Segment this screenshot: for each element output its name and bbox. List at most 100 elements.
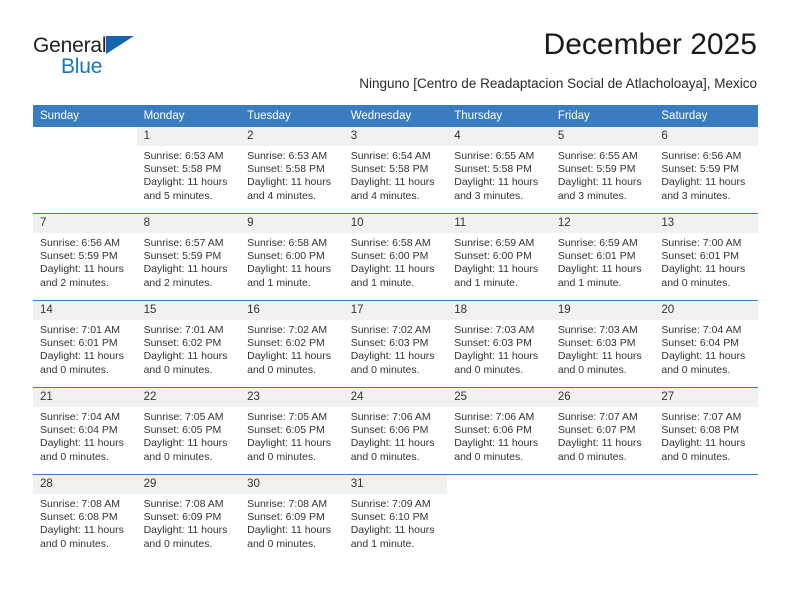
daylight-text: Daylight: 11 hours and 3 minutes. bbox=[661, 176, 746, 202]
day-number: 12 bbox=[550, 214, 655, 233]
sunset-text: Sunset: 6:02 PM bbox=[247, 337, 325, 350]
sunset-text: Sunset: 6:06 PM bbox=[350, 424, 429, 437]
calendar-day-cell[interactable]: 13 Sunrise: 7:00 AM Sunset: 6:01 PM Dayligh… bbox=[654, 213, 758, 301]
calendar-day-cell[interactable]: 24 Sunrise: 7:06 AM Sunset: 6:06 PM Dayligh… bbox=[343, 387, 448, 475]
sunrise-text: Sunrise: 6:53 AM bbox=[143, 150, 224, 162]
day-number: 29 bbox=[136, 475, 241, 494]
calendar-day-cell[interactable]: 2 Sunrise: 6:53 AM Sunset: 5:58 PM Daylight… bbox=[240, 126, 344, 214]
day-number: 19 bbox=[550, 301, 655, 320]
day-sun-info: Sunrise: 7:06 AM Sunset: 6:06 PM Daylight:… bbox=[447, 407, 551, 464]
day-number: 26 bbox=[550, 388, 655, 407]
sunset-text: Sunset: 6:10 PM bbox=[350, 511, 429, 524]
calendar-day-cell[interactable]: 27 Sunrise: 7:07 AM Sunset: 6:08 PM Dayligh… bbox=[654, 387, 758, 475]
calendar-day-cell[interactable]: 1 Sunrise: 6:53 AM Sunset: 5:58 PM Daylight… bbox=[136, 126, 241, 214]
calendar-day-cell[interactable]: 20 Sunrise: 7:04 AM Sunset: 6:04 PM Dayligh… bbox=[654, 300, 758, 388]
calendar-day-cell[interactable]: 31 Sunrise: 7:09 AM Sunset: 6:10 PM Dayligh… bbox=[343, 474, 448, 561]
day-sun-info: Sunrise: 7:03 AM Sunset: 6:03 PM Daylight:… bbox=[551, 320, 655, 377]
calendar-day-cell[interactable]: 25 Sunrise: 7:06 AM Sunset: 6:06 PM Dayligh… bbox=[447, 387, 551, 475]
day-number bbox=[550, 475, 655, 494]
daylight-text: Daylight: 11 hours and 1 minute. bbox=[350, 524, 435, 550]
calendar-day-cell[interactable]: 18 Sunrise: 7:03 AM Sunset: 6:03 PM Dayligh… bbox=[447, 300, 551, 388]
sunset-text: Sunset: 6:08 PM bbox=[40, 511, 118, 524]
calendar-day-cell[interactable]: 6 Sunrise: 6:56 AM Sunset: 5:59 PM Daylight… bbox=[654, 126, 758, 214]
calendar-day-cell[interactable]: 28 Sunrise: 7:08 AM Sunset: 6:08 PM Dayligh… bbox=[33, 474, 137, 561]
sunset-text: Sunset: 6:06 PM bbox=[454, 424, 532, 437]
daylight-text: Daylight: 11 hours and 0 minutes. bbox=[143, 437, 228, 463]
calendar-day-cell[interactable]: 19 Sunrise: 7:03 AM Sunset: 6:03 PM Dayligh… bbox=[550, 300, 655, 388]
calendar-day-cell[interactable]: 8 Sunrise: 6:57 AM Sunset: 5:59 PM Daylight… bbox=[136, 213, 241, 301]
calendar-day-cell[interactable]: 17 Sunrise: 7:02 AM Sunset: 6:03 PM Dayligh… bbox=[343, 300, 448, 388]
weekday-header-sunday: Sunday bbox=[33, 105, 137, 127]
weekday-header-friday: Friday bbox=[550, 105, 655, 127]
calendar-day-cell[interactable]: 7 Sunrise: 6:56 AM Sunset: 5:59 PM Daylight… bbox=[33, 213, 137, 301]
day-number: 5 bbox=[550, 127, 655, 146]
day-sun-info: Sunrise: 7:07 AM Sunset: 6:08 PM Daylight:… bbox=[654, 407, 758, 464]
calendar-day-cell[interactable]: 26 Sunrise: 7:07 AM Sunset: 6:07 PM Dayligh… bbox=[550, 387, 655, 475]
calendar-day-cell[interactable]: 5 Sunrise: 6:55 AM Sunset: 5:59 PM Daylight… bbox=[550, 126, 655, 214]
sunset-text: Sunset: 6:05 PM bbox=[143, 424, 222, 437]
daylight-text: Daylight: 11 hours and 3 minutes. bbox=[557, 176, 642, 202]
sunset-text: Sunset: 6:03 PM bbox=[557, 337, 636, 350]
calendar-cell-empty bbox=[33, 126, 137, 214]
calendar-day-cell[interactable]: 9 Sunrise: 6:58 AM Sunset: 6:00 PM Daylight… bbox=[240, 213, 344, 301]
sunrise-text: Sunrise: 7:07 AM bbox=[661, 411, 742, 423]
day-number: 21 bbox=[33, 388, 137, 407]
sunset-text: Sunset: 6:09 PM bbox=[143, 511, 222, 524]
daylight-text: Daylight: 11 hours and 4 minutes. bbox=[350, 176, 435, 202]
sunrise-text: Sunrise: 7:06 AM bbox=[350, 411, 431, 423]
sunset-text: Sunset: 6:03 PM bbox=[454, 337, 532, 350]
day-sun-info: Sunrise: 7:08 AM Sunset: 6:08 PM Daylight:… bbox=[33, 494, 137, 551]
day-number: 10 bbox=[343, 214, 448, 233]
sunrise-text: Sunrise: 6:59 AM bbox=[557, 237, 638, 249]
sunrise-text: Sunrise: 6:58 AM bbox=[247, 237, 328, 249]
day-number: 31 bbox=[343, 475, 448, 494]
sunrise-text: Sunrise: 6:56 AM bbox=[661, 150, 742, 162]
calendar-day-cell[interactable]: 4 Sunrise: 6:55 AM Sunset: 5:58 PM Daylight… bbox=[447, 126, 551, 214]
general-blue-logo[interactable]: General Blue bbox=[33, 34, 163, 84]
calendar-day-cell[interactable]: 15 Sunrise: 7:01 AM Sunset: 6:02 PM Dayligh… bbox=[136, 300, 241, 388]
sunrise-text: Sunrise: 7:04 AM bbox=[40, 411, 120, 423]
sunrise-text: Sunrise: 7:03 AM bbox=[454, 324, 535, 336]
day-number: 16 bbox=[240, 301, 344, 320]
day-sun-info: Sunrise: 6:56 AM Sunset: 5:59 PM Daylight:… bbox=[654, 146, 758, 203]
day-sun-info: Sunrise: 6:58 AM Sunset: 6:00 PM Daylight:… bbox=[344, 233, 448, 290]
calendar-day-cell[interactable]: 12 Sunrise: 6:59 AM Sunset: 6:01 PM Dayligh… bbox=[550, 213, 655, 301]
day-sun-info: Sunrise: 6:53 AM Sunset: 5:58 PM Daylight:… bbox=[240, 146, 344, 203]
calendar-week-row: 7 Sunrise: 6:56 AM Sunset: 5:59 PM Daylight… bbox=[33, 213, 758, 301]
sunrise-text: Sunrise: 6:55 AM bbox=[454, 150, 535, 162]
sunset-text: Sunset: 6:00 PM bbox=[454, 250, 532, 263]
calendar-cell-empty bbox=[550, 474, 655, 561]
sunset-text: Sunset: 5:59 PM bbox=[661, 163, 740, 176]
sunrise-text: Sunrise: 6:57 AM bbox=[143, 237, 224, 249]
calendar-day-cell[interactable]: 21 Sunrise: 7:04 AM Sunset: 6:04 PM Dayligh… bbox=[33, 387, 137, 475]
day-sun-info: Sunrise: 6:59 AM Sunset: 6:00 PM Daylight:… bbox=[447, 233, 551, 290]
day-sun-info: Sunrise: 6:57 AM Sunset: 5:59 PM Daylight:… bbox=[137, 233, 241, 290]
weekday-header-wednesday: Wednesday bbox=[343, 105, 448, 127]
sunset-text: Sunset: 6:00 PM bbox=[247, 250, 325, 263]
calendar-day-cell[interactable]: 11 Sunrise: 6:59 AM Sunset: 6:00 PM Dayligh… bbox=[447, 213, 551, 301]
day-number: 27 bbox=[654, 388, 758, 407]
calendar-day-cell[interactable]: 10 Sunrise: 6:58 AM Sunset: 6:00 PM Dayligh… bbox=[343, 213, 448, 301]
day-number: 18 bbox=[447, 301, 551, 320]
day-number: 17 bbox=[343, 301, 448, 320]
sunset-text: Sunset: 6:01 PM bbox=[40, 337, 118, 350]
sunrise-text: Sunrise: 7:01 AM bbox=[143, 324, 224, 336]
day-sun-info: Sunrise: 7:03 AM Sunset: 6:03 PM Daylight:… bbox=[447, 320, 551, 377]
day-sun-info: Sunrise: 7:09 AM Sunset: 6:10 PM Daylight:… bbox=[344, 494, 448, 551]
weekday-header-saturday: Saturday bbox=[654, 105, 758, 127]
daylight-text: Daylight: 11 hours and 1 minute. bbox=[557, 263, 642, 289]
sunrise-text: Sunrise: 7:03 AM bbox=[557, 324, 638, 336]
calendar-day-cell[interactable]: 14 Sunrise: 7:01 AM Sunset: 6:01 PM Dayligh… bbox=[33, 300, 137, 388]
calendar-day-cell[interactable]: 23 Sunrise: 7:05 AM Sunset: 6:05 PM Dayligh… bbox=[240, 387, 344, 475]
sunset-text: Sunset: 5:58 PM bbox=[143, 163, 222, 176]
sunset-text: Sunset: 6:04 PM bbox=[40, 424, 118, 437]
calendar-day-cell[interactable]: 30 Sunrise: 7:08 AM Sunset: 6:09 PM Dayligh… bbox=[240, 474, 344, 561]
calendar-day-cell[interactable]: 22 Sunrise: 7:05 AM Sunset: 6:05 PM Dayligh… bbox=[136, 387, 241, 475]
day-sun-info: Sunrise: 7:05 AM Sunset: 6:05 PM Daylight:… bbox=[137, 407, 241, 464]
sunrise-text: Sunrise: 6:54 AM bbox=[350, 150, 431, 162]
day-number: 14 bbox=[33, 301, 137, 320]
calendar-day-cell[interactable]: 29 Sunrise: 7:08 AM Sunset: 6:09 PM Dayligh… bbox=[136, 474, 241, 561]
calendar-day-cell[interactable]: 3 Sunrise: 6:54 AM Sunset: 5:58 PM Daylight… bbox=[343, 126, 448, 214]
daylight-text: Daylight: 11 hours and 0 minutes. bbox=[454, 350, 539, 376]
calendar-day-cell[interactable]: 16 Sunrise: 7:02 AM Sunset: 6:02 PM Dayligh… bbox=[240, 300, 344, 388]
